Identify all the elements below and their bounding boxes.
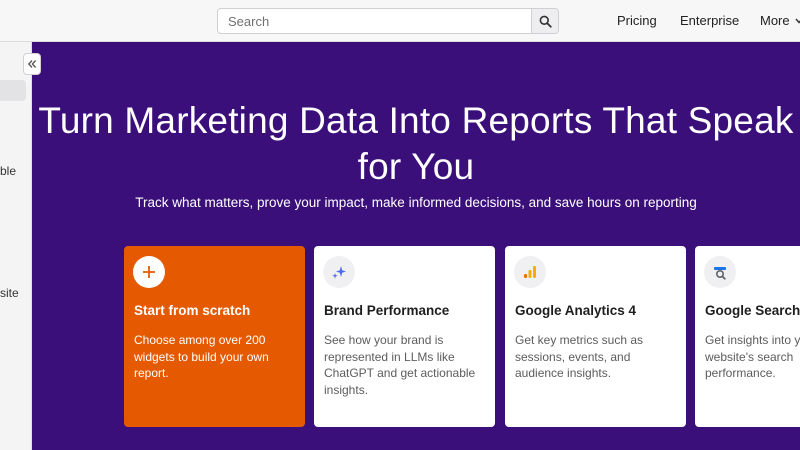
sparkle-icon xyxy=(332,266,346,279)
google-analytics-icon xyxy=(524,266,536,278)
hero-title: Turn Marketing Data Into Reports That Sp… xyxy=(38,100,794,187)
card-title: Google Search xyxy=(705,303,800,318)
search-box xyxy=(217,8,559,34)
search-icon xyxy=(539,15,552,28)
nav-pricing[interactable]: Pricing xyxy=(617,13,657,28)
top-bar: Pricing Enterprise More xyxy=(0,0,800,42)
card-google-analytics-4[interactable]: Google Analytics 4 Get key metrics such … xyxy=(505,246,686,427)
card-title: Google Analytics 4 xyxy=(515,303,637,318)
card-title: Brand Performance xyxy=(324,303,450,318)
google-search-console-icon xyxy=(714,267,726,280)
card-icon-circle xyxy=(323,256,355,288)
hero-section: Turn Marketing Data Into Reports That Sp… xyxy=(32,42,800,450)
card-google-search-console[interactable]: Google Search Get insights into your web… xyxy=(695,246,800,427)
search-input[interactable] xyxy=(218,9,532,33)
search-button[interactable] xyxy=(531,9,558,33)
chevron-down-icon xyxy=(795,18,800,24)
sidebar: ble site xyxy=(0,42,32,450)
card-start-from-scratch[interactable]: Start from scratch Choose among over 200… xyxy=(124,246,305,427)
plus-icon xyxy=(143,266,155,278)
sidebar-item-label[interactable]: ble xyxy=(0,164,16,178)
sidebar-item-label[interactable]: site xyxy=(0,286,19,300)
double-chevron-left-icon xyxy=(27,60,37,68)
card-description: See how your brand is represented in LLM… xyxy=(324,333,476,397)
nav-enterprise[interactable]: Enterprise xyxy=(680,13,739,28)
card-description: Get insights into your website's search … xyxy=(705,333,800,380)
card-title: Start from scratch xyxy=(134,303,251,318)
sidebar-collapse-button[interactable] xyxy=(23,53,41,75)
card-description: Get key metrics such as sessions, events… xyxy=(515,333,644,380)
nav-more[interactable]: More xyxy=(760,13,800,28)
card-description: Choose among over 200 widgets to build y… xyxy=(134,333,269,380)
card-brand-performance[interactable]: Brand Performance See how your brand is … xyxy=(314,246,495,427)
nav-more-label: More xyxy=(760,13,790,28)
card-icon-circle xyxy=(514,256,546,288)
hero-subtitle: Track what matters, prove your impact, m… xyxy=(135,195,697,210)
sidebar-item-active[interactable] xyxy=(0,80,26,101)
card-icon-circle xyxy=(133,256,165,288)
card-icon-circle xyxy=(704,256,736,288)
